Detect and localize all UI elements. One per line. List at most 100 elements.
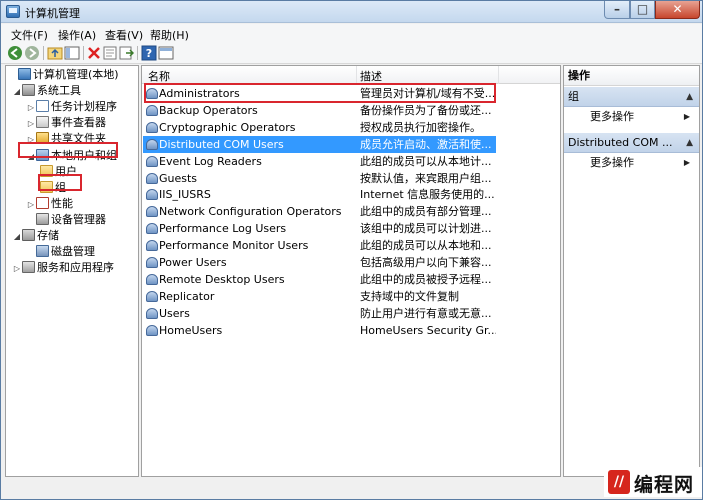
computer-icon (18, 68, 31, 80)
table-row[interactable]: Distributed COM Users 成员允许启动、激活和使... (143, 135, 496, 153)
table-row[interactable]: Guests 按默认值，来宾跟用户组... (143, 170, 498, 187)
group-icon (146, 121, 158, 133)
toolbar-separator (137, 46, 138, 60)
tools-icon (22, 84, 35, 96)
group-name: Replicator (159, 289, 215, 303)
tree-label: 计算机管理(本地) (33, 68, 119, 81)
event-viewer-icon (36, 116, 49, 128)
window-title: 计算机管理 (25, 7, 80, 20)
tree-item-performance[interactable]: ▷ 性能 (26, 196, 73, 212)
more-actions-selected[interactable]: 更多操作 ▶ (564, 154, 699, 172)
group-icon (146, 138, 158, 150)
help-icon[interactable]: ? (141, 45, 157, 61)
export-icon[interactable] (118, 45, 134, 61)
group-description: 此组中的成员被授予远程... (360, 272, 492, 286)
group-icon (146, 324, 158, 336)
group-description: 成员允许启动、激活和使... (360, 137, 492, 151)
tree-label: 服务和应用程序 (37, 261, 114, 274)
tree-label: 任务计划程序 (51, 100, 117, 113)
tree-item-root[interactable]: 计算机管理(本地) (8, 67, 119, 83)
show-tree-icon[interactable] (64, 45, 80, 61)
navigation-tree[interactable]: 计算机管理(本地) ◢ 系统工具 ▷ 任务计划程序 ▷ 事件查看器 ▷ 共享文件夹 ◢ 本… (5, 65, 139, 477)
tree-item-disk-management[interactable]: 磁盘管理 (36, 244, 95, 260)
more-actions-group[interactable]: 更多操作 ▶ (564, 108, 699, 126)
close-button[interactable]: ✕ (655, 1, 700, 19)
collapse-arrow-icon[interactable]: ◢ (12, 229, 22, 245)
tree-item-services-apps[interactable]: ▷ 服务和应用程序 (12, 260, 114, 276)
group-description: 支持域中的文件复制 (360, 289, 459, 303)
toolbar: ? (1, 43, 702, 64)
group-icon (146, 290, 158, 302)
menu-action[interactable]: 操作(A) (58, 27, 96, 43)
table-row[interactable]: Remote Desktop Users 此组中的成员被授予远程... (143, 271, 498, 288)
computer-management-icon (6, 5, 20, 18)
column-header-description[interactable]: 描述 (360, 68, 382, 84)
logo-icon: // (608, 470, 630, 494)
properties-icon[interactable] (102, 45, 118, 61)
title-bar[interactable]: 计算机管理 – □ ✕ (1, 1, 702, 23)
group-icon (146, 257, 158, 268)
collapse-arrow-icon[interactable]: ◢ (12, 84, 22, 100)
expand-arrow-icon[interactable]: ▷ (12, 261, 22, 277)
delete-icon[interactable] (86, 45, 102, 61)
tree-item-device-manager[interactable]: 设备管理器 (36, 212, 106, 228)
back-icon[interactable] (7, 45, 23, 61)
actions-section-group[interactable]: 组 ▲ (564, 87, 699, 107)
section-label: Distributed COM ... (568, 136, 673, 149)
collapse-up-icon[interactable]: ▲ (686, 133, 693, 153)
highlight-box-administrators (144, 83, 496, 103)
group-description: 备份操作员为了备份或还... (360, 103, 492, 117)
table-row[interactable]: Network Configuration Operators 此组中的成员有部分… (143, 203, 498, 220)
group-description: 此组的成员可以从本地计... (360, 154, 492, 168)
expand-arrow-icon[interactable]: ▷ (26, 197, 36, 213)
groups-list[interactable]: 名称 描述 Administrators 管理员对计算机/域有不受... Backu… (141, 65, 561, 477)
collapse-up-icon[interactable]: ▲ (686, 87, 693, 107)
disk-icon (36, 245, 49, 257)
group-description: 包括高级用户以向下兼容... (360, 256, 492, 269)
table-row[interactable]: IIS_IUSRS Internet 信息服务使用的... (143, 186, 498, 203)
tree-label: 存储 (37, 229, 59, 242)
group-name: Performance Monitor Users (159, 239, 309, 253)
table-row[interactable]: HomeUsers HomeUsers Security Gr... (143, 322, 498, 339)
tree-label: 事件查看器 (51, 116, 106, 129)
group-name: Power Users (159, 256, 227, 269)
group-name: HomeUsers (159, 323, 223, 337)
menu-help[interactable]: 帮助(H) (150, 27, 189, 43)
group-icon (146, 206, 158, 218)
actions-section-selected[interactable]: Distributed COM ... ▲ (564, 133, 699, 153)
svg-text:?: ? (146, 47, 152, 60)
tree-item-event-viewer[interactable]: ▷ 事件查看器 (26, 115, 106, 131)
group-description: 按默认值，来宾跟用户组... (360, 171, 492, 185)
table-row[interactable]: Event Log Readers 此组的成员可以从本地计... (143, 153, 498, 170)
group-name: Performance Log Users (159, 222, 287, 236)
tree-item-task-scheduler[interactable]: ▷ 任务计划程序 (26, 99, 117, 115)
group-name: Remote Desktop Users (159, 272, 285, 286)
forward-icon[interactable] (24, 45, 40, 61)
console-icon[interactable] (158, 45, 174, 61)
column-header-name[interactable]: 名称 (148, 68, 170, 84)
column-divider[interactable] (498, 66, 499, 84)
group-name: Cryptographic Operators (159, 120, 296, 134)
table-row[interactable]: Power Users 包括高级用户以向下兼容... (143, 254, 498, 271)
group-icon (146, 104, 158, 116)
table-row[interactable]: Performance Log Users 该组中的成员可以计划进... (143, 220, 498, 237)
column-divider[interactable] (356, 66, 357, 84)
table-row[interactable]: Replicator 支持域中的文件复制 (143, 288, 498, 305)
clock-icon (36, 100, 49, 112)
menu-view[interactable]: 查看(V) (105, 27, 143, 43)
menu-file[interactable]: 文件(F) (11, 27, 48, 43)
up-icon[interactable] (47, 45, 63, 61)
minimize-button[interactable]: – (604, 1, 630, 19)
actions-pane: 操作 组 ▲ 更多操作 ▶ Distributed COM ... ▲ 更多操作… (563, 65, 700, 477)
table-row[interactable]: Backup Operators 备份操作员为了备份或还... (143, 102, 498, 119)
tree-item-storage[interactable]: ◢ 存储 (12, 228, 59, 244)
maximize-button[interactable]: □ (630, 1, 655, 19)
tree-item-system-tools[interactable]: ◢ 系统工具 (12, 83, 81, 99)
group-icon (146, 155, 158, 167)
table-row[interactable]: Performance Monitor Users 此组的成员可以从本地和... (143, 237, 498, 254)
table-row[interactable]: Cryptographic Operators 授权成员执行加密操作。 (143, 119, 498, 136)
group-icon (146, 273, 158, 285)
expand-arrow-icon[interactable]: ▷ (26, 116, 36, 132)
table-row[interactable]: Users 防止用户进行有意或无意... (143, 305, 498, 322)
expand-arrow-icon[interactable]: ▷ (26, 100, 36, 116)
